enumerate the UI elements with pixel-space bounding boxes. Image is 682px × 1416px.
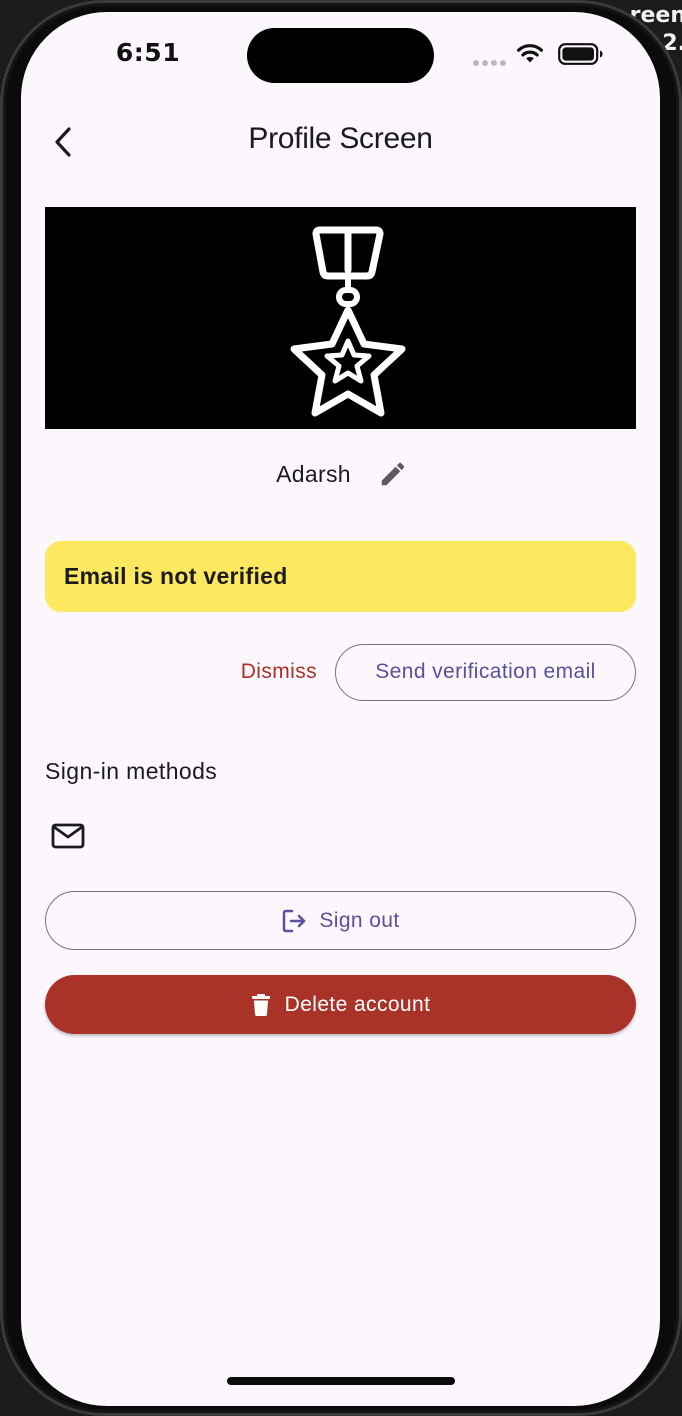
dismiss-button[interactable]: Dismiss xyxy=(241,652,317,692)
status-time: 6:51 xyxy=(115,38,181,67)
dynamic-island xyxy=(247,28,434,83)
medal-star-icon xyxy=(290,226,405,417)
profile-banner xyxy=(45,207,636,429)
mail-icon xyxy=(51,823,85,849)
warning-text: Email is not verified xyxy=(64,563,288,589)
profile-name-row: Adarsh xyxy=(21,452,660,496)
phone-frame: 6:51 Profile Screen Adarsh Email is not … xyxy=(0,0,682,1416)
verification-actions: Dismiss Send verification email xyxy=(241,642,636,702)
email-warning-banner: Email is not verified xyxy=(45,541,636,612)
trash-icon xyxy=(251,993,270,1016)
cellular-signal-icon xyxy=(473,60,506,66)
sign-out-button[interactable]: Sign out xyxy=(45,891,636,950)
battery-icon xyxy=(558,43,603,65)
home-indicator xyxy=(227,1377,455,1385)
edit-name-button[interactable] xyxy=(371,452,415,496)
sign-in-methods-title: Sign-in methods xyxy=(45,758,218,784)
logout-icon xyxy=(283,909,306,932)
display-name: Adarsh xyxy=(276,460,351,487)
delete-account-label: Delete account xyxy=(284,992,431,1016)
delete-account-button[interactable]: Delete account xyxy=(45,975,636,1034)
sign-out-label: Sign out xyxy=(319,908,400,932)
app-screen: 6:51 Profile Screen Adarsh Email is not … xyxy=(21,12,660,1406)
wifi-icon xyxy=(517,44,543,63)
send-verification-email-button[interactable]: Send verification email xyxy=(335,643,636,701)
page-title: Profile Screen xyxy=(248,122,433,155)
pencil-icon xyxy=(381,462,405,486)
